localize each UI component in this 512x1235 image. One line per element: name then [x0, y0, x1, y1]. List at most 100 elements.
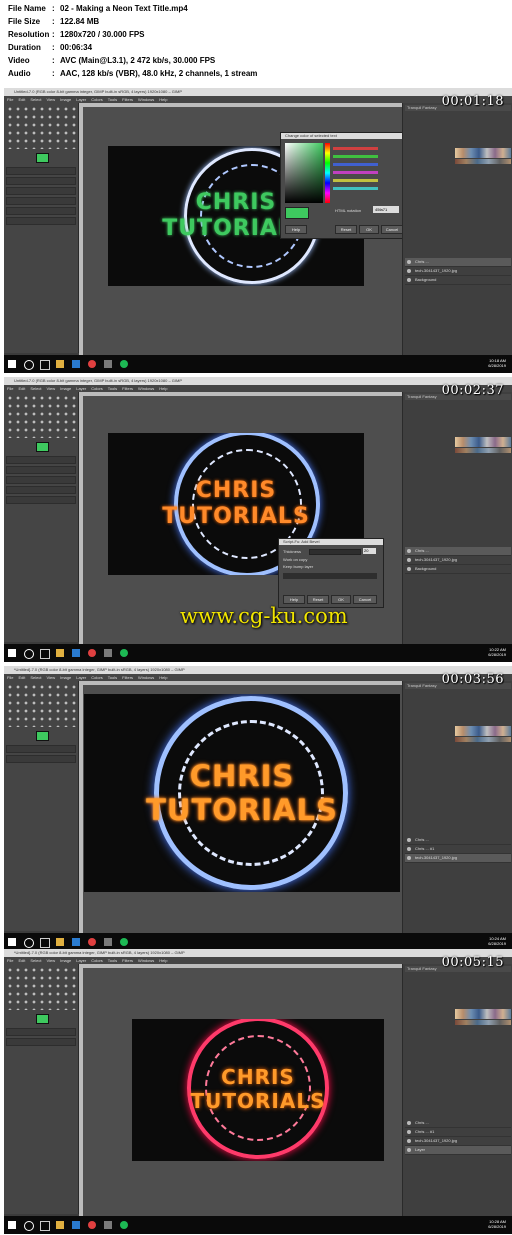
- menu-help[interactable]: Help: [159, 675, 167, 680]
- channel-slider[interactable]: [333, 187, 378, 190]
- browser-icon[interactable]: [88, 1221, 96, 1229]
- eye-icon[interactable]: [407, 1139, 411, 1143]
- edge-icon[interactable]: [72, 938, 80, 946]
- hue-slider[interactable]: [325, 143, 330, 203]
- foreground-color-swatch[interactable]: [36, 442, 49, 452]
- gimp-icon[interactable]: [104, 938, 112, 946]
- layer-row[interactable]: tech-3041437_1920.jpg: [405, 556, 511, 565]
- reset-button[interactable]: Reset: [307, 595, 329, 604]
- browser-icon[interactable]: [88, 938, 96, 946]
- menu-edit[interactable]: Edit: [18, 958, 25, 963]
- foreground-color-swatch[interactable]: [36, 153, 49, 163]
- eye-icon[interactable]: [407, 269, 411, 273]
- menu-layer[interactable]: Layer: [76, 958, 86, 963]
- file-explorer-icon[interactable]: [56, 938, 64, 946]
- ok-button[interactable]: OK: [331, 595, 351, 604]
- image-canvas[interactable]: CHRIS TUTORIALS: [132, 1019, 384, 1161]
- gradient-palette[interactable]: [455, 437, 511, 447]
- channel-slider[interactable]: [333, 163, 378, 166]
- eye-icon[interactable]: [407, 558, 411, 562]
- reset-button[interactable]: Reset: [335, 225, 357, 234]
- menu-windows[interactable]: Windows: [138, 958, 154, 963]
- option-field[interactable]: [6, 217, 76, 225]
- eye-icon[interactable]: [407, 1130, 411, 1134]
- menu-filters[interactable]: Filters: [122, 958, 133, 963]
- option-field[interactable]: [6, 197, 76, 205]
- layer-row[interactable]: Layer: [405, 1146, 511, 1155]
- menu-help[interactable]: Help: [159, 386, 167, 391]
- gradient-palette[interactable]: [455, 726, 511, 736]
- option-field[interactable]: [6, 755, 76, 763]
- option-field[interactable]: [6, 207, 76, 215]
- image-canvas[interactable]: CHRIS TUTORIALS: [84, 694, 400, 892]
- option-field[interactable]: [6, 476, 76, 484]
- menu-select[interactable]: Select: [30, 386, 41, 391]
- option-field[interactable]: [6, 1038, 76, 1046]
- spotify-icon[interactable]: [120, 649, 128, 657]
- task-view-icon[interactable]: [40, 938, 50, 948]
- spotify-icon[interactable]: [120, 1221, 128, 1229]
- eye-icon[interactable]: [407, 1121, 411, 1125]
- gimp-icon[interactable]: [104, 1221, 112, 1229]
- edge-icon[interactable]: [72, 360, 80, 368]
- menu-help[interactable]: Help: [159, 97, 167, 102]
- layer-row[interactable]: tech-3041437_1920.jpg: [405, 267, 511, 276]
- menu-colors[interactable]: Colors: [91, 386, 103, 391]
- menu-image[interactable]: Image: [60, 675, 71, 680]
- eye-icon[interactable]: [407, 278, 411, 282]
- menu-tools[interactable]: Tools: [108, 675, 117, 680]
- layer-row[interactable]: Chris ...: [405, 836, 511, 845]
- gradient-palette[interactable]: [455, 448, 511, 453]
- option-field[interactable]: [6, 1028, 76, 1036]
- layer-row[interactable]: tech-3041437_1920.jpg: [405, 854, 511, 863]
- file-explorer-icon[interactable]: [56, 649, 64, 657]
- hex-input[interactable]: 45fa71: [373, 206, 399, 213]
- task-view-icon[interactable]: [40, 649, 50, 659]
- search-icon[interactable]: [24, 938, 34, 948]
- task-view-icon[interactable]: [40, 360, 50, 370]
- eye-icon[interactable]: [407, 856, 411, 860]
- menu-edit[interactable]: Edit: [18, 675, 25, 680]
- windows-start-icon[interactable]: [8, 1221, 16, 1229]
- color-picker-square[interactable]: [285, 143, 323, 203]
- gimp-icon[interactable]: [104, 360, 112, 368]
- layer-row[interactable]: Chris ...: [405, 1119, 511, 1128]
- eye-icon[interactable]: [407, 1148, 411, 1152]
- menu-filters[interactable]: Filters: [122, 386, 133, 391]
- task-view-icon[interactable]: [40, 1221, 50, 1231]
- option-field[interactable]: [6, 167, 76, 175]
- option-field[interactable]: [6, 187, 76, 195]
- layer-row[interactable]: tech-3041437_1920.jpg: [405, 1137, 511, 1146]
- spotify-icon[interactable]: [120, 360, 128, 368]
- option-field[interactable]: [6, 177, 76, 185]
- menu-view[interactable]: View: [46, 958, 55, 963]
- eye-icon[interactable]: [407, 567, 411, 571]
- menu-image[interactable]: Image: [60, 958, 71, 963]
- option-field[interactable]: [6, 486, 76, 494]
- menu-layer[interactable]: Layer: [76, 97, 86, 102]
- spotify-icon[interactable]: [120, 938, 128, 946]
- channel-slider[interactable]: [333, 155, 378, 158]
- menu-view[interactable]: View: [46, 675, 55, 680]
- eye-icon[interactable]: [407, 260, 411, 264]
- tool-icons[interactable]: [6, 105, 76, 149]
- menu-layer[interactable]: Layer: [76, 386, 86, 391]
- eye-icon[interactable]: [407, 838, 411, 842]
- option-field[interactable]: [6, 466, 76, 474]
- browser-icon[interactable]: [88, 360, 96, 368]
- menu-windows[interactable]: Windows: [138, 675, 154, 680]
- menu-filters[interactable]: Filters: [122, 675, 133, 680]
- menu-help[interactable]: Help: [159, 958, 167, 963]
- option-field[interactable]: [6, 496, 76, 504]
- browser-icon[interactable]: [88, 649, 96, 657]
- gradient-palette[interactable]: [455, 737, 511, 742]
- option-field[interactable]: [6, 456, 76, 464]
- menu-tools[interactable]: Tools: [108, 386, 117, 391]
- search-icon[interactable]: [24, 360, 34, 370]
- keep-bump-layer-checkbox[interactable]: Keep bump layer: [283, 564, 313, 569]
- menu-select[interactable]: Select: [30, 675, 41, 680]
- layer-row[interactable]: Background: [405, 276, 511, 285]
- menu-windows[interactable]: Windows: [138, 386, 154, 391]
- menu-edit[interactable]: Edit: [18, 97, 25, 102]
- layer-row[interactable]: Chris ... #1: [405, 1128, 511, 1137]
